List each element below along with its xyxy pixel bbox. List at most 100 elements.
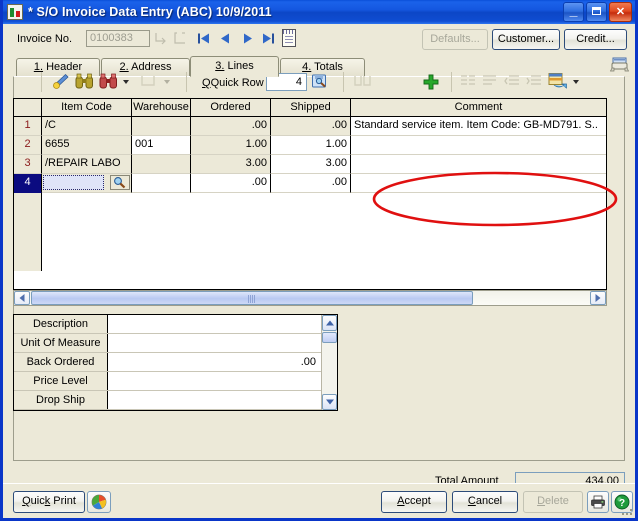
delete-button[interactable]: Delete (523, 491, 583, 513)
grid-col-rownum (14, 99, 42, 116)
previous-record-button[interactable] (217, 30, 234, 47)
cell-warehouse[interactable] (132, 117, 191, 136)
grid-horizontal-scrollbar[interactable] (13, 290, 607, 306)
grid-toolbar: QQuick Row 4 (13, 69, 626, 97)
list-item[interactable]: Unit Of Measure (14, 334, 321, 353)
cell-comment[interactable] (351, 155, 606, 174)
invoice-no-input[interactable]: 0100383 (86, 30, 150, 47)
cell-warehouse[interactable] (132, 174, 191, 193)
detail-vertical-scrollbar[interactable] (321, 315, 337, 410)
binoculars-search-next-icon[interactable] (99, 73, 118, 92)
last-record-button[interactable] (260, 30, 277, 47)
customer-label: Customer... (497, 33, 555, 45)
credit-button[interactable]: Credit... (564, 29, 627, 50)
lines-grid[interactable]: Item Code Warehouse Ordered Shipped Comm… (13, 98, 607, 290)
scrollbar-track[interactable] (322, 344, 337, 394)
grid-settings-icon[interactable] (548, 72, 567, 94)
list-item[interactable]: Drop Ship (14, 391, 321, 410)
chevron-down-icon[interactable] (123, 80, 129, 84)
maximize-button[interactable] (586, 2, 607, 22)
cell-shipped[interactable]: 3.00 (271, 155, 351, 174)
table-row[interactable]: 2 6655 001 1.00 1.00 (14, 136, 606, 155)
cell-shipped[interactable]: .00 (271, 117, 351, 136)
scroll-right-button[interactable] (590, 291, 606, 305)
detail-label-price-level: Price Level (14, 372, 108, 390)
tab-lines-label: Lines (224, 60, 254, 72)
detail-value-description[interactable] (108, 315, 321, 333)
memo-icon[interactable] (282, 29, 296, 47)
cell-comment[interactable] (351, 136, 606, 155)
cell-shipped[interactable]: 1.00 (271, 136, 351, 155)
chevron-down-icon[interactable] (573, 80, 579, 84)
resize-grip[interactable] (622, 505, 634, 517)
cell-ordered[interactable]: 1.00 (191, 136, 271, 155)
detail-value-drop-ship[interactable] (108, 391, 321, 409)
list-item[interactable]: Price Level (14, 372, 321, 391)
detail-value-unit-of-measure[interactable] (108, 334, 321, 352)
credit-label: Credit... (576, 33, 615, 45)
detail-label-back-ordered: Back Ordered (14, 353, 108, 371)
detail-label-unit-of-measure: Unit Of Measure (14, 334, 108, 352)
row-number: 2 (14, 136, 42, 155)
magnifier-lookup-icon[interactable] (110, 175, 130, 190)
table-row[interactable]: 3 /REPAIR LABO 3.00 3.00 (14, 155, 606, 174)
pencil-line-entry-icon[interactable] (53, 73, 70, 93)
grid-col-warehouse: Warehouse (132, 99, 191, 116)
row-number: 1 (14, 117, 42, 136)
quick-row-label: QQuick Row (202, 77, 264, 89)
cell-item-code[interactable]: /C (42, 117, 132, 136)
tab-lines[interactable]: 3. Lines (190, 56, 279, 77)
quick-print-button[interactable]: Quick Print (13, 491, 85, 513)
scrollbar-track[interactable] (474, 291, 590, 305)
scroll-down-button[interactable] (322, 394, 337, 410)
cell-item-code[interactable]: /REPAIR LABO (42, 155, 132, 174)
line-detail-panel[interactable]: Description Unit Of Measure Back Ordered… (13, 314, 338, 411)
cell-comment[interactable]: Standard service item. Item Code: GB-MD7… (351, 117, 606, 136)
scrollbar-thumb[interactable] (322, 332, 337, 343)
record-toolbar: Invoice No. 0100383 Defaults... Customer… (3, 24, 635, 54)
cell-item-code-editing[interactable] (42, 174, 132, 193)
scroll-left-button[interactable] (14, 291, 30, 305)
cell-comment[interactable] (351, 174, 606, 193)
grid-header-row: Item Code Warehouse Ordered Shipped Comm… (14, 99, 606, 117)
list-item[interactable]: Back Ordered .00 (14, 353, 321, 372)
plus-add-row-icon[interactable] (423, 74, 439, 90)
cell-item-code[interactable]: 6655 (42, 136, 132, 155)
cell-shipped[interactable]: .00 (271, 174, 351, 193)
list-item[interactable]: Description (14, 315, 321, 334)
invoice-no-label: Invoice No. (17, 33, 73, 45)
cell-ordered[interactable]: .00 (191, 174, 271, 193)
defaults-button[interactable]: Defaults... (422, 29, 488, 50)
first-record-button[interactable] (195, 30, 212, 47)
cancel-line-icon (173, 30, 189, 47)
cell-warehouse[interactable]: 001 (132, 136, 191, 155)
detail-value-back-ordered[interactable]: .00 (108, 353, 321, 371)
chevron-down-icon[interactable] (164, 80, 170, 84)
next-record-button[interactable] (239, 30, 256, 47)
quick-row-lookup-icon[interactable] (311, 73, 328, 90)
cell-ordered[interactable]: 3.00 (191, 155, 271, 174)
cell-warehouse[interactable] (132, 155, 191, 174)
quick-row-label-text: Quick Row (210, 77, 264, 89)
scroll-up-button[interactable] (322, 315, 337, 331)
cancel-button[interactable]: Cancel (452, 491, 518, 513)
cell-ordered[interactable]: .00 (191, 117, 271, 136)
insert-row-icon (353, 73, 371, 93)
table-row[interactable]: 4 .00 .00 (14, 174, 606, 193)
accept-button[interactable]: Accept (381, 491, 447, 513)
scrollbar-thumb[interactable] (31, 291, 473, 305)
sage-logo-icon[interactable] (87, 491, 111, 513)
indent-icon (460, 74, 476, 91)
maximize-icon (587, 3, 606, 21)
minimize-button[interactable]: _ (563, 2, 584, 22)
close-button[interactable]: ✕ (609, 2, 632, 22)
binoculars-search-icon[interactable] (75, 73, 94, 92)
customer-button[interactable]: Customer... (492, 29, 560, 50)
item-code-input[interactable] (43, 175, 104, 190)
title-bar: * S/O Invoice Data Entry (ABC) 10/9/2011… (3, 0, 635, 24)
printer-icon[interactable] (587, 491, 609, 513)
row-number: 4 (14, 174, 42, 193)
detail-value-price-level[interactable] (108, 372, 321, 390)
sage-app-icon (7, 4, 23, 20)
table-row[interactable]: 1 /C .00 .00 Standard service item. Item… (14, 117, 606, 136)
